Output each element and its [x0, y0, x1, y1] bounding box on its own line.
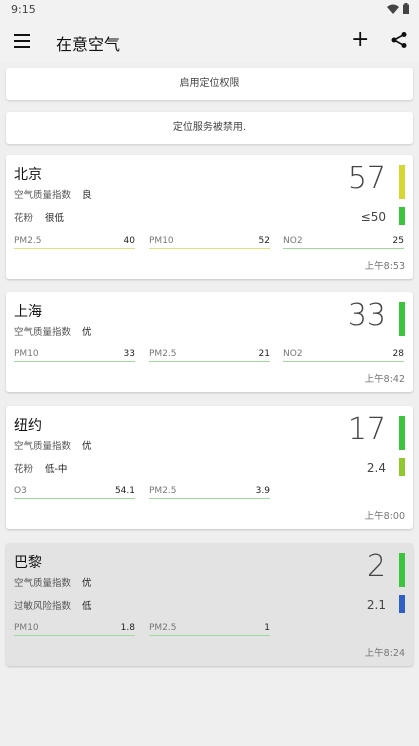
update-time: 上午8:53: [364, 261, 405, 272]
share-icon[interactable]: [390, 31, 408, 49]
aqi-rating: 优: [82, 441, 92, 452]
enable-location-button[interactable]: 启用定位权限: [6, 68, 413, 100]
aqi-label: 空气质量指数: [14, 327, 72, 338]
add-icon[interactable]: +: [351, 29, 369, 51]
pollutant-item: PM2.5 21: [149, 349, 270, 362]
pollutant-item: PM2.5 40: [14, 236, 135, 249]
aqi-level-bar: [399, 165, 405, 199]
aqi-label: 空气质量指数: [14, 190, 72, 201]
pollutant-item: PM10 1.8: [14, 623, 135, 636]
aqi-value: 2: [366, 549, 386, 584]
status-bar: 9:15: [0, 0, 419, 20]
pollutant-item: NO2 28: [283, 349, 404, 362]
status-time: 9:15: [11, 3, 36, 16]
city-name: 北京: [14, 167, 42, 183]
allergy-label: 过敏风险指数: [14, 601, 72, 612]
update-time: 上午8:00: [364, 511, 405, 522]
aqi-label: 空气质量指数: [14, 578, 72, 589]
battery-icon: [403, 3, 409, 14]
aqi-value: 57: [347, 161, 386, 196]
wifi-icon: [387, 4, 399, 14]
city-card-new-york[interactable]: 纽约 空气质量指数 优 17 花粉 低-中 2.4 O3 54.1 PM2.5 3.…: [6, 406, 413, 529]
pollutant-item: PM2.5 3.9: [149, 486, 270, 499]
city-name: 上海: [14, 304, 42, 320]
app-title: 在意空气: [56, 35, 121, 54]
pollen-rating: 很低: [45, 213, 65, 224]
pollutant-item: PM10 33: [14, 349, 135, 362]
city-card-shanghai[interactable]: 上海 空气质量指数 优 33 PM10 33 PM2.5 21 NO2 28 上午8:…: [6, 292, 413, 392]
pollutant-item: PM2.5 1: [149, 623, 270, 636]
aqi-level-bar: [399, 416, 405, 450]
pollen-rating: 低-中: [45, 464, 68, 475]
aqi-label: 空气质量指数: [14, 441, 72, 452]
aqi-value: 33: [347, 298, 386, 333]
allergy-rating: 低: [82, 601, 92, 612]
aqi-rating: 优: [82, 578, 92, 589]
pollen-value: ≤50: [360, 210, 386, 224]
pollen-level-bar: [399, 207, 405, 225]
city-card-beijing[interactable]: 北京 空气质量指数 良 57 花粉 很低 ≤50 PM2.5 40 PM10 52 …: [6, 155, 413, 279]
aqi-level-bar: [399, 553, 405, 587]
pollutant-item: PM10 52: [149, 236, 270, 249]
city-name: 巴黎: [14, 555, 42, 571]
pollutant-item: NO2 25: [283, 236, 404, 249]
menu-icon[interactable]: [14, 34, 30, 48]
update-time: 上午8:42: [364, 374, 405, 385]
location-disabled-banner[interactable]: 定位服务被禁用.: [6, 112, 413, 144]
app-bar: 在意空气 +: [0, 20, 419, 62]
pollen-level-bar: [399, 458, 405, 476]
aqi-rating: 优: [82, 327, 92, 338]
allergy-level-bar: [399, 595, 405, 613]
pollen-value: 2.4: [366, 461, 386, 475]
allergy-value: 2.1: [366, 598, 386, 612]
pollutant-item: O3 54.1: [14, 486, 135, 499]
aqi-level-bar: [399, 302, 405, 336]
pollen-label: 花粉: [14, 464, 34, 475]
city-card-paris[interactable]: 巴黎 空气质量指数 优 2 过敏风险指数 低 2.1 PM10 1.8 PM2.5…: [6, 543, 413, 666]
aqi-rating: 良: [82, 190, 92, 201]
update-time: 上午8:24: [364, 648, 405, 659]
status-icons: [387, 3, 409, 14]
aqi-value: 17: [347, 412, 386, 447]
pollen-label: 花粉: [14, 213, 34, 224]
city-name: 纽约: [14, 418, 42, 434]
